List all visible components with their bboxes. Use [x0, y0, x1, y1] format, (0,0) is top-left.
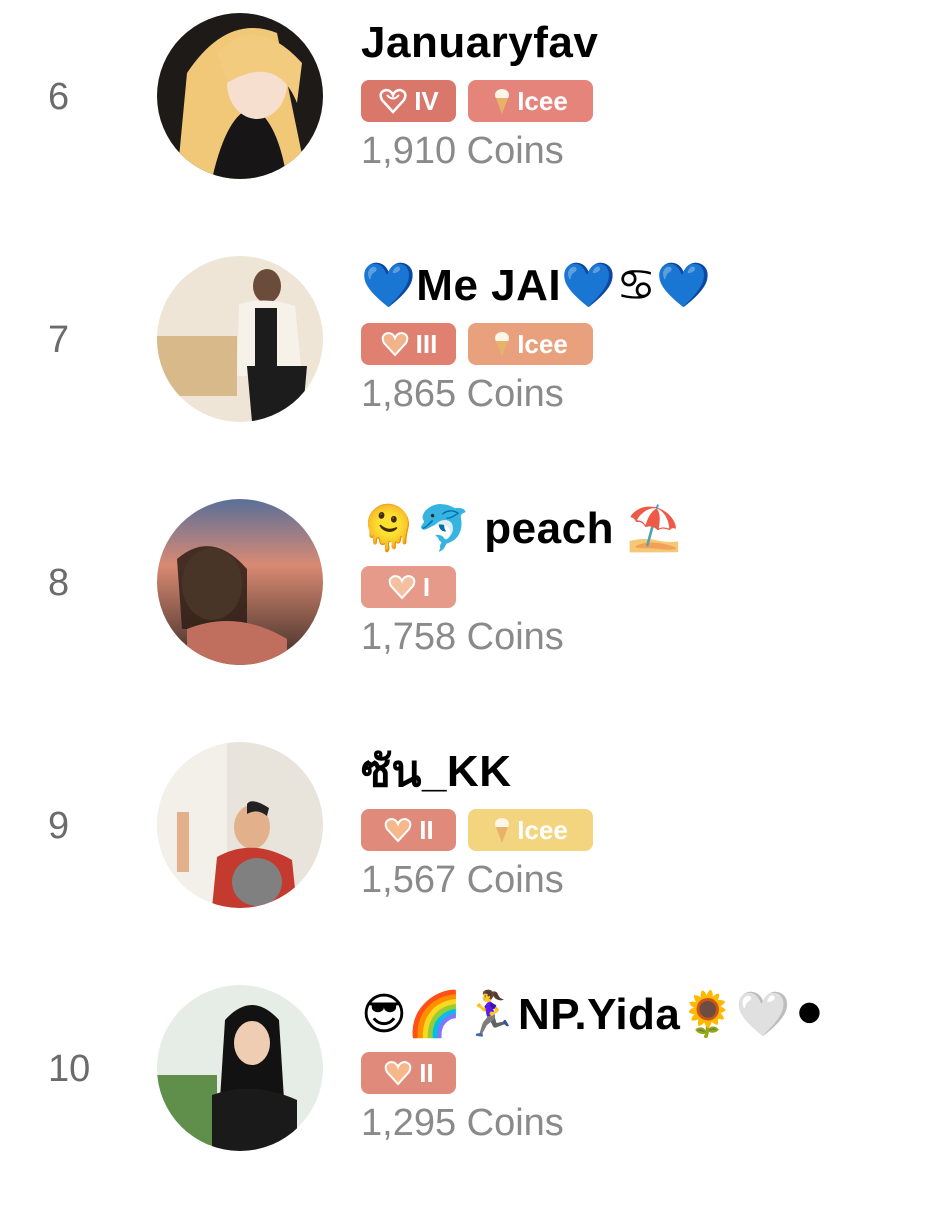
avatar[interactable] [157, 985, 323, 1151]
icee-label: Icee [517, 814, 568, 845]
username[interactable]: Januaryfav [361, 14, 941, 72]
leaderboard-row[interactable]: 9 ซัน_KK II Icee 1,567 Coins [0, 729, 951, 972]
coin-count: 1,910 Coins [361, 130, 564, 172]
user-info: 😎🌈🏃‍♀️NP.Yida🌻🤍⚫ II 1,295 Coins [361, 986, 941, 1145]
user-info: 🫠🐬 peach ⛱️ I 1,758 Coins [361, 500, 941, 659]
username[interactable]: 😎🌈🏃‍♀️NP.Yida🌻🤍⚫ [361, 986, 941, 1044]
avatar[interactable] [157, 499, 323, 665]
level-label: IV [414, 85, 439, 116]
avatar[interactable] [157, 13, 323, 179]
icee-label: Icee [517, 328, 568, 359]
level-badge: III [361, 323, 456, 365]
level-badge: II [361, 1052, 456, 1094]
rank-number: 6 [48, 76, 70, 118]
user-info: 💙Me JAI💙♋💙 III Icee 1,865 Coins [361, 257, 941, 416]
badge-row: IV Icee [361, 80, 941, 122]
user-info: ซัน_KK II Icee 1,567 Coins [361, 743, 941, 902]
rank-number: 10 [48, 1048, 91, 1090]
leaderboard-row[interactable]: 8 🫠🐬 peach ⛱️ I 1,758 Coins [0, 486, 951, 729]
leaderboard-row[interactable]: 6 Januaryfav IV Icee 1,910 Coins [0, 0, 951, 243]
coin-count: 1,295 Coins [361, 1102, 564, 1144]
avatar[interactable] [157, 742, 323, 908]
rank-number: 8 [48, 562, 70, 604]
leaderboard-row[interactable]: 10 😎🌈🏃‍♀️NP.Yida🌻🤍⚫ II 1,295 Coins [0, 972, 951, 1215]
heart-icon [388, 574, 416, 600]
avatar[interactable] [157, 256, 323, 422]
username[interactable]: 🫠🐬 peach ⛱️ [361, 500, 941, 558]
level-badge: IV [361, 80, 456, 122]
leaderboard-row[interactable]: 7 💙Me JAI💙♋💙 III Icee 1,865 Coins [0, 243, 951, 486]
ice-cream-icon [495, 89, 510, 114]
badge-row: I [361, 566, 941, 608]
badge-row: III Icee [361, 323, 941, 365]
rank-number: 7 [48, 319, 70, 361]
level-badge: II [361, 809, 456, 851]
badge-row: II [361, 1052, 941, 1094]
ice-cream-icon [495, 332, 510, 357]
user-info: Januaryfav IV Icee 1,910 Coins [361, 14, 941, 173]
heart-icon [384, 1060, 412, 1086]
icee-badge: Icee [468, 323, 593, 365]
level-badge: I [361, 566, 456, 608]
coin-count: 1,865 Coins [361, 373, 564, 415]
level-label: II [419, 1057, 434, 1088]
coin-count: 1,758 Coins [361, 616, 564, 658]
heart-ribbon-icon [379, 88, 407, 114]
leaderboard-list: 6 Januaryfav IV Icee 1,910 Coins 7 💙Me J… [0, 0, 951, 1215]
icee-label: Icee [517, 85, 568, 116]
username[interactable]: ซัน_KK [361, 743, 941, 801]
badge-row: II Icee [361, 809, 941, 851]
level-label: II [419, 814, 434, 845]
ice-cream-icon [495, 818, 510, 843]
icee-badge: Icee [468, 80, 593, 122]
coin-count: 1,567 Coins [361, 859, 564, 901]
icee-badge: Icee [468, 809, 593, 851]
heart-ribbon-icon [381, 331, 408, 357]
level-label: III [415, 328, 438, 359]
rank-number: 9 [48, 805, 70, 847]
heart-icon [384, 817, 412, 843]
level-label: I [422, 571, 431, 602]
username[interactable]: 💙Me JAI💙♋💙 [361, 257, 941, 315]
